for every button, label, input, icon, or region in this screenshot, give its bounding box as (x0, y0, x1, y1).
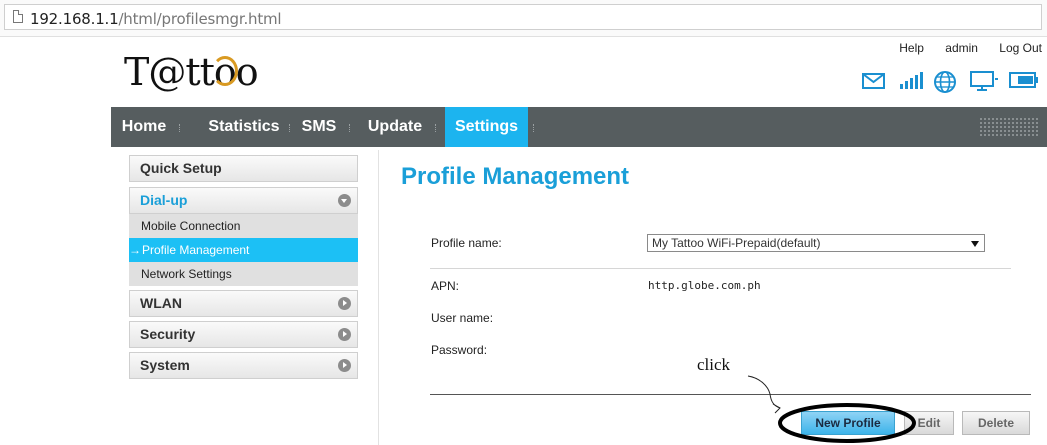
username-label: User name: (431, 311, 494, 325)
nav-update[interactable]: Update (359, 107, 431, 147)
apn-label: APN: (431, 279, 460, 293)
url-host: 192.168.1.1 (30, 10, 119, 28)
sidebar-item-label: Dial-up (140, 192, 188, 208)
profile-selected-value: My Tattoo WiFi-Prepaid(default) (652, 236, 821, 250)
globe-icon (934, 71, 956, 93)
nav-settings[interactable]: Settings (445, 107, 528, 147)
sidebar-item-label: Security (140, 326, 196, 342)
admin-link[interactable]: admin (945, 41, 978, 55)
delete-button[interactable]: Delete (962, 411, 1030, 435)
top-links: Help admin Log Out (881, 41, 1042, 55)
content-divider (378, 150, 379, 445)
url-field[interactable]: 192.168.1.1/html/profilesmgr.html (4, 4, 1042, 30)
nav-separator (289, 124, 292, 132)
sidebar-subitem-mobile-connection[interactable]: Mobile Connection (129, 214, 358, 238)
sidebar-item-label: WLAN (140, 295, 182, 311)
sidebar-item-security[interactable]: Security (129, 321, 358, 348)
nav-decoration (979, 117, 1039, 137)
click-annotation: click (697, 355, 731, 374)
nav-separator (349, 124, 352, 132)
sidebar-subitem-profile-management[interactable]: →Profile Management (129, 238, 358, 262)
sidebar-item-label: System (140, 357, 190, 373)
annotation-circle (778, 403, 916, 443)
sidebar-item-wlan[interactable]: WLAN (129, 290, 358, 317)
help-link[interactable]: Help (899, 41, 924, 55)
signal-strength-icon (900, 72, 923, 89)
sidebar-item-label: Profile Management (142, 243, 250, 257)
main-nav-bar: Home Statistics SMS Update Settings (111, 107, 1047, 147)
chevron-right-icon (338, 297, 351, 310)
nav-separator (533, 124, 536, 132)
nav-separator (435, 124, 438, 132)
logout-link[interactable]: Log Out (999, 41, 1042, 55)
divider (430, 394, 1031, 395)
battery-icon (1009, 72, 1038, 88)
chevron-down-icon (338, 194, 351, 207)
sidebar-item-system[interactable]: System (129, 352, 358, 379)
page-title: Profile Management (401, 163, 630, 190)
computer-icon (970, 71, 998, 91)
profile-name-label: Profile name: (431, 236, 502, 250)
url-path: /html/profilesmgr.html (118, 10, 282, 28)
divider (430, 268, 1011, 269)
mail-icon[interactable] (861, 70, 887, 90)
profile-name-select[interactable]: My Tattoo WiFi-Prepaid(default) (647, 234, 985, 252)
sidebar-item-quick-setup[interactable]: Quick Setup (129, 155, 358, 182)
chevron-right-icon (338, 359, 351, 372)
sidebar-item-label: Quick Setup (140, 160, 222, 176)
nav-statistics[interactable]: Statistics (191, 107, 297, 147)
browser-address-bar: 192.168.1.1/html/profilesmgr.html (0, 0, 1047, 37)
nav-home[interactable]: Home (111, 107, 177, 147)
password-label: Password: (431, 343, 488, 357)
nav-separator (179, 124, 182, 132)
arrow-right-icon: → (129, 243, 141, 257)
dropdown-arrow-icon (971, 241, 979, 247)
page-icon (13, 10, 23, 23)
nav-sms[interactable]: SMS (296, 107, 342, 147)
logo-swirl-icon (212, 56, 238, 86)
chevron-right-icon (338, 328, 351, 341)
sidebar-item-dialup[interactable]: Dial-up (129, 187, 358, 214)
apn-value: http.globe.com.ph (648, 279, 761, 292)
url-text: 192.168.1.1/html/profilesmgr.html (30, 10, 282, 28)
sidebar-subitem-network-settings[interactable]: Network Settings (129, 262, 358, 286)
